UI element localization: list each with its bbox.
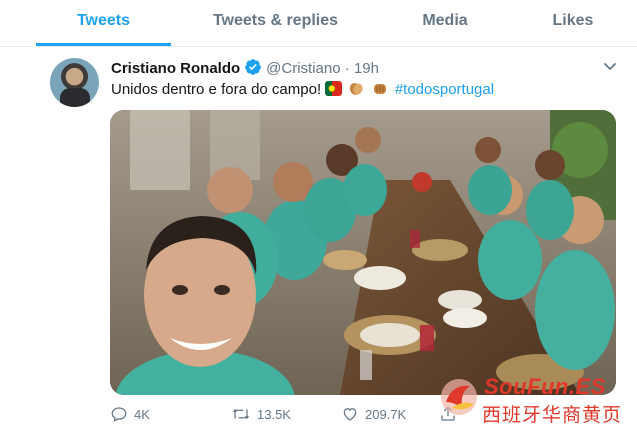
tab-tweets-and-replies[interactable]: Tweets & replies (198, 0, 353, 44)
tweet-time[interactable]: 19h (354, 60, 379, 77)
chevron-down-icon[interactable] (602, 58, 618, 74)
tab-likes[interactable]: Likes (540, 0, 606, 44)
tab-tweets[interactable]: Tweets (36, 0, 171, 46)
reply-count: 4K (134, 407, 150, 422)
tweet-header: Cristiano Ronaldo @Cristiano · 19h (111, 58, 379, 78)
author-handle[interactable]: @Cristiano (266, 60, 340, 77)
tweet-body: Unidos dentro e fora do campo! (111, 81, 322, 98)
tweet-text: Unidos dentro e fora do campo! #todospor… (111, 80, 494, 100)
watermark-brand: SouFun.ES (484, 374, 606, 399)
retweet-count: 13.5K (257, 407, 291, 422)
portugal-flag-icon (325, 81, 343, 96)
watermark-subtitle: 西班牙华商黄页 (482, 405, 623, 426)
heart-icon (343, 408, 357, 421)
tab-media[interactable]: Media (405, 0, 485, 44)
soufun-logo-icon (441, 379, 477, 415)
like-button[interactable]: 209.7K (341, 404, 406, 426)
clapping-hands-icon (348, 81, 365, 96)
retweet-icon (233, 409, 249, 419)
retweet-button[interactable]: 13.5K (231, 404, 291, 426)
like-count: 209.7K (365, 407, 407, 422)
watermark: SouFun.ES 西班牙华商黄页 (434, 372, 634, 428)
author-name[interactable]: Cristiano Ronaldo (111, 60, 240, 77)
reply-button[interactable]: 4K (110, 404, 150, 426)
hashtag-link[interactable]: #todosportugal (395, 81, 494, 98)
separator-dot: · (344, 60, 350, 77)
reply-icon (111, 407, 127, 423)
avatar[interactable] (50, 58, 99, 107)
fist-bump-icon (372, 81, 389, 96)
verified-badge-icon (244, 58, 262, 82)
tweet-photo[interactable] (110, 110, 616, 395)
profile-tabs: Tweets Tweets & replies Media Likes (0, 0, 637, 47)
